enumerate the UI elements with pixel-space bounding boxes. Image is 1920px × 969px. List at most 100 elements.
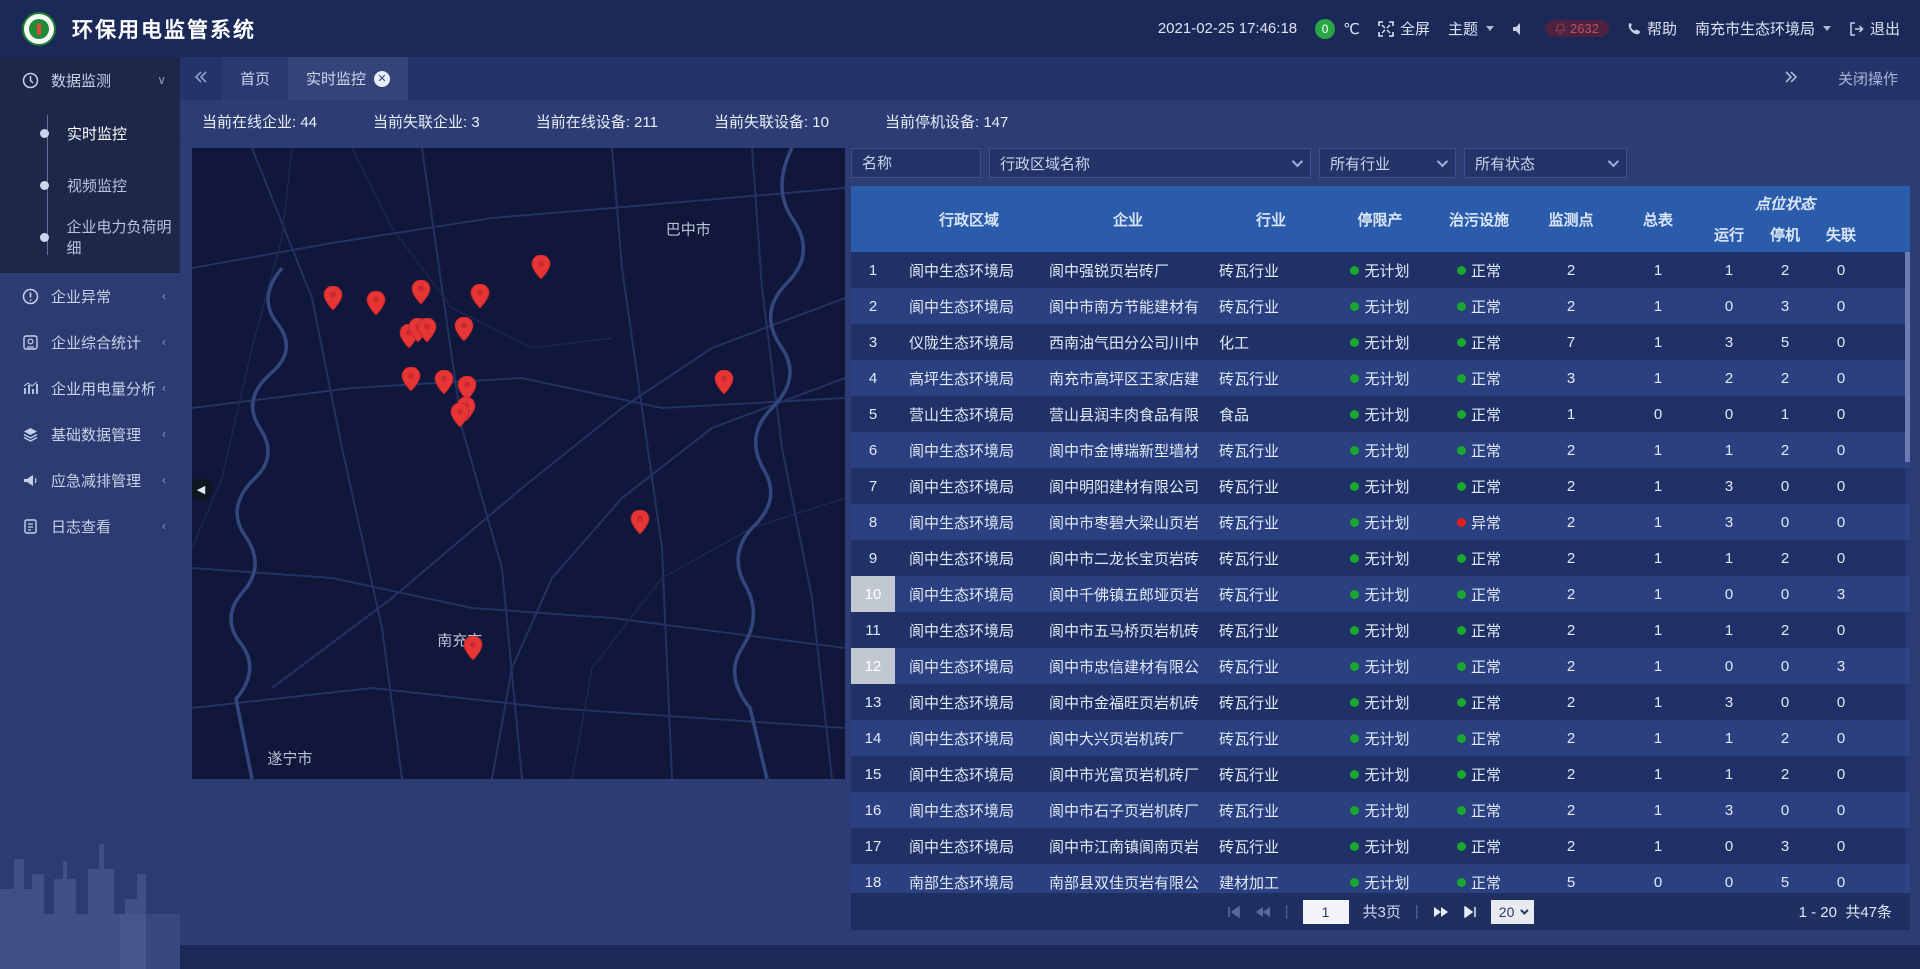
- region-filter-select[interactable]: 行政区域名称: [989, 148, 1311, 178]
- sidebar-subitem-企业电力负荷明细[interactable]: 企业电力负荷明细: [0, 211, 180, 263]
- treatment-cell: 异常: [1431, 504, 1527, 540]
- limit-label: 无计划: [1364, 656, 1409, 677]
- name-filter-input[interactable]: [862, 155, 970, 172]
- industry-cell: 砖瓦行业: [1213, 828, 1329, 864]
- map-panel[interactable]: 巴中市南充市遂宁市 ◀: [192, 148, 845, 779]
- table-row[interactable]: 9阆中生态环境局阆中市二龙长宝页岩砖砖瓦行业无计划正常21120: [851, 540, 1910, 576]
- map-marker-pin[interactable]: [715, 370, 734, 399]
- next-page-button[interactable]: [1433, 906, 1449, 918]
- row-index-cell: 4: [851, 360, 895, 396]
- sidebar-item-企业用电量分析[interactable]: 企业用电量分析‹: [0, 365, 180, 411]
- table-row[interactable]: 10阆中生态环境局阆中千佛镇五郎垭页岩砖瓦行业无计划正常21003: [851, 576, 1910, 612]
- status-dot-green: [1350, 842, 1359, 851]
- fullscreen-button[interactable]: 全屏: [1378, 18, 1430, 39]
- table-row[interactable]: 15阆中生态环境局阆中市光富页岩机砖厂砖瓦行业无计划正常21120: [851, 756, 1910, 792]
- lost-count-cell: 0: [1813, 540, 1869, 576]
- lost-count-cell: 0: [1813, 288, 1869, 324]
- stop-count-cell: 2: [1757, 720, 1813, 756]
- company-cell: 阆中市金福旺页岩机砖: [1043, 684, 1213, 720]
- table-scrollbar[interactable]: [1905, 252, 1910, 893]
- map-marker-pin[interactable]: [630, 510, 649, 539]
- tab-close-icon[interactable]: ✕: [374, 71, 390, 87]
- company-cell: 阆中市南方节能建材有: [1043, 288, 1213, 324]
- monitor-count-cell: 2: [1527, 576, 1615, 612]
- table-row[interactable]: 14阆中生态环境局阆中大兴页岩机砖厂砖瓦行业无计划正常21120: [851, 720, 1910, 756]
- map-marker-pin[interactable]: [324, 286, 343, 315]
- name-filter-input-box[interactable]: [851, 148, 981, 178]
- page-size-select[interactable]: 20: [1491, 900, 1535, 924]
- sidebar-item-基础数据管理[interactable]: 基础数据管理‹: [0, 411, 180, 457]
- sidebar-item-日志查看[interactable]: 日志查看‹: [0, 503, 180, 549]
- table-row[interactable]: 2阆中生态环境局阆中市南方节能建材有砖瓦行业无计划正常21030: [851, 288, 1910, 324]
- org-menu[interactable]: 南充市生态环境局: [1695, 18, 1831, 39]
- treatment-label: 正常: [1471, 692, 1501, 713]
- chevron-left-icon: ‹: [162, 335, 166, 349]
- page-number-input[interactable]: [1303, 900, 1349, 924]
- logout-button[interactable]: 退出: [1849, 18, 1900, 39]
- industry-filter-select[interactable]: 所有行业: [1319, 148, 1456, 178]
- sidebar-item-企业综合统计[interactable]: 企业综合统计‹: [0, 319, 180, 365]
- map-marker-pin[interactable]: [367, 291, 386, 320]
- industry-cell: 砖瓦行业: [1213, 720, 1329, 756]
- chevron-down-icon: [1521, 906, 1529, 914]
- table-row[interactable]: 3仪陇生态环境局西南油气田分公司川中化工无计划正常71350: [851, 324, 1910, 360]
- run-count-cell: 3: [1701, 684, 1757, 720]
- chevron-left-icon: ‹: [162, 519, 166, 533]
- region-cell: 阆中生态环境局: [895, 468, 1043, 504]
- map-marker-pin[interactable]: [470, 284, 489, 313]
- table-row[interactable]: 4高坪生态环境局南充市高坪区王家店建砖瓦行业无计划正常31220: [851, 360, 1910, 396]
- app-logo-icon: [22, 12, 56, 46]
- sidebar-item-应急减排管理[interactable]: 应急减排管理‹: [0, 457, 180, 503]
- treatment-label: 正常: [1471, 332, 1501, 353]
- theme-menu[interactable]: 主题: [1448, 18, 1494, 39]
- notification-badge[interactable]: 2632: [1545, 20, 1609, 37]
- table-row[interactable]: 17阆中生态环境局阆中市江南镇阆南页岩砖瓦行业无计划正常21030: [851, 828, 1910, 864]
- tabs-scroll-right-icon[interactable]: [1770, 70, 1812, 87]
- monitor-count-cell: 2: [1527, 540, 1615, 576]
- map-marker-pin[interactable]: [531, 255, 550, 284]
- help-button[interactable]: 帮助: [1627, 18, 1677, 39]
- col-header-point-status: 点位状态: [1701, 186, 1869, 216]
- status-dot-green: [1350, 374, 1359, 383]
- limit-cell: 无计划: [1329, 468, 1431, 504]
- map-marker-pin[interactable]: [450, 403, 469, 432]
- region-cell: 阆中生态环境局: [895, 576, 1043, 612]
- sidebar-subitem-视频监控[interactable]: 视频监控: [0, 159, 180, 211]
- industry-cell: 砖瓦行业: [1213, 468, 1329, 504]
- map-marker-pin[interactable]: [418, 318, 437, 347]
- table-row[interactable]: 13阆中生态环境局阆中市金福旺页岩机砖砖瓦行业无计划正常21300: [851, 684, 1910, 720]
- tab-首页[interactable]: 首页: [222, 57, 288, 100]
- map-marker-pin[interactable]: [412, 280, 431, 309]
- first-page-button[interactable]: [1227, 906, 1241, 918]
- map-marker-pin[interactable]: [455, 317, 474, 346]
- map-marker-pin[interactable]: [435, 370, 454, 399]
- table-row[interactable]: 11阆中生态环境局阆中市五马桥页岩机砖砖瓦行业无计划正常21120: [851, 612, 1910, 648]
- prev-page-button[interactable]: [1255, 906, 1271, 918]
- table-row[interactable]: 8阆中生态环境局阆中市枣碧大梁山页岩砖瓦行业无计划异常21300: [851, 504, 1910, 540]
- sidebar-item-数据监测[interactable]: 数据监测∨: [0, 57, 180, 103]
- industry-cell: 砖瓦行业: [1213, 612, 1329, 648]
- table-row[interactable]: 18南部生态环境局南部县双佳页岩有限公建材加工无计划正常50050: [851, 864, 1910, 893]
- last-page-button[interactable]: [1463, 906, 1477, 918]
- map-marker-pin[interactable]: [401, 367, 420, 396]
- table-row[interactable]: 7阆中生态环境局阆中明阳建材有限公司砖瓦行业无计划正常21300: [851, 468, 1910, 504]
- table-row[interactable]: 16阆中生态环境局阆中市石子页岩机砖厂砖瓦行业无计划正常21300: [851, 792, 1910, 828]
- close-operations-menu[interactable]: 关闭操作: [1838, 68, 1898, 89]
- sidebar-item-企业异常[interactable]: 企业异常‹: [0, 273, 180, 319]
- run-count-cell: 0: [1701, 864, 1757, 893]
- limit-label: 无计划: [1364, 476, 1409, 497]
- tabs-scroll-left-icon[interactable]: [180, 70, 222, 87]
- sound-button[interactable]: [1512, 22, 1527, 36]
- log-icon: [22, 518, 39, 535]
- row-index-cell: 12: [851, 648, 895, 684]
- status-filter-select[interactable]: 所有状态: [1464, 148, 1627, 178]
- datetime: 2021-02-25 17:46:18: [1158, 20, 1297, 37]
- table-row[interactable]: 5营山生态环境局营山县润丰肉食品有限食品无计划正常10010: [851, 396, 1910, 432]
- table-row[interactable]: 12阆中生态环境局阆中市忠信建材有限公砖瓦行业无计划正常21003: [851, 648, 1910, 684]
- sidebar-subitem-实时监控[interactable]: 实时监控: [0, 107, 180, 159]
- table-row[interactable]: 1阆中生态环境局阆中强锐页岩砖厂砖瓦行业无计划正常21120: [851, 252, 1910, 288]
- limit-label: 无计划: [1364, 368, 1409, 389]
- tab-实时监控[interactable]: 实时监控✕: [288, 57, 408, 100]
- table-row[interactable]: 6阆中生态环境局阆中市金博瑞新型墙材砖瓦行业无计划正常21120: [851, 432, 1910, 468]
- map-marker-pin[interactable]: [463, 636, 482, 665]
